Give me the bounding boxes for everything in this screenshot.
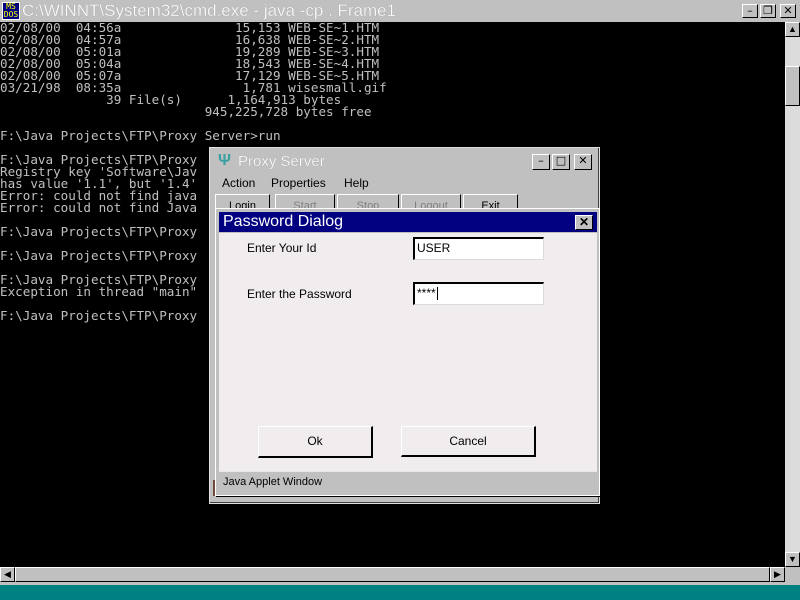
scroll-up-button[interactable]: ▲ <box>785 22 800 37</box>
password-label: Enter the Password <box>247 287 352 301</box>
menu-action[interactable]: Action <box>222 176 255 190</box>
password-dialog-title: Password Dialog <box>223 213 344 230</box>
horizontal-scroll-thumb[interactable] <box>15 567 770 582</box>
password-dialog: Password Dialog ✕ Enter Your Id USER Ent… <box>215 208 600 496</box>
scroll-right-button[interactable]: ▶ <box>770 567 785 582</box>
proxy-titlebar[interactable]: Ψ Proxy Server – □ ✕ <box>212 150 597 172</box>
password-input[interactable]: **** <box>413 282 544 305</box>
scrollbar-corner <box>785 567 800 582</box>
minimize-button[interactable]: – <box>742 4 758 18</box>
user-id-input[interactable]: USER <box>413 237 544 260</box>
console-title: C:\WINNT\System32\cmd.exe - java -cp . F… <box>22 1 397 20</box>
vertical-scroll-thumb[interactable] <box>785 66 800 106</box>
cancel-button[interactable]: Cancel <box>401 426 536 457</box>
close-button[interactable]: ✕ <box>780 4 796 18</box>
dialog-close-button[interactable]: ✕ <box>575 215 593 230</box>
vertical-scrollbar[interactable]: ▲ ▼ <box>785 22 800 567</box>
password-value: **** <box>417 286 436 300</box>
menu-help[interactable]: Help <box>344 176 369 190</box>
scroll-left-button[interactable]: ◀ <box>0 567 15 582</box>
scroll-down-button[interactable]: ▼ <box>785 552 800 567</box>
applet-status-bar: Java Applet Window <box>219 471 597 493</box>
user-id-value: USER <box>417 241 451 255</box>
proxy-title: Proxy Server <box>238 153 325 170</box>
proxy-menubar: Action Properties Help <box>212 174 597 192</box>
applet-window-warning: Java Applet Window <box>223 476 323 488</box>
horizontal-scrollbar[interactable]: ◀ ▶ <box>0 567 785 582</box>
password-dialog-titlebar[interactable]: Password Dialog ✕ <box>219 212 597 232</box>
ok-button[interactable]: Ok <box>258 426 373 458</box>
java-cup-icon[interactable]: Ψ <box>218 153 232 169</box>
text-caret <box>436 287 438 301</box>
proxy-maximize-button[interactable]: □ <box>552 154 570 170</box>
restore-button[interactable]: ❐ <box>760 4 776 18</box>
password-dialog-body: Enter Your Id USER Enter the Password **… <box>219 233 597 471</box>
desktop-background <box>0 585 800 600</box>
menu-properties[interactable]: Properties <box>271 176 326 190</box>
proxy-minimize-button[interactable]: – <box>532 154 550 170</box>
console-titlebar[interactable]: MS DOS C:\WINNT\System32\cmd.exe - java -… <box>0 0 800 22</box>
id-label: Enter Your Id <box>247 241 317 255</box>
msdos-icon[interactable]: MS DOS <box>2 2 20 20</box>
proxy-close-button[interactable]: ✕ <box>574 154 592 170</box>
